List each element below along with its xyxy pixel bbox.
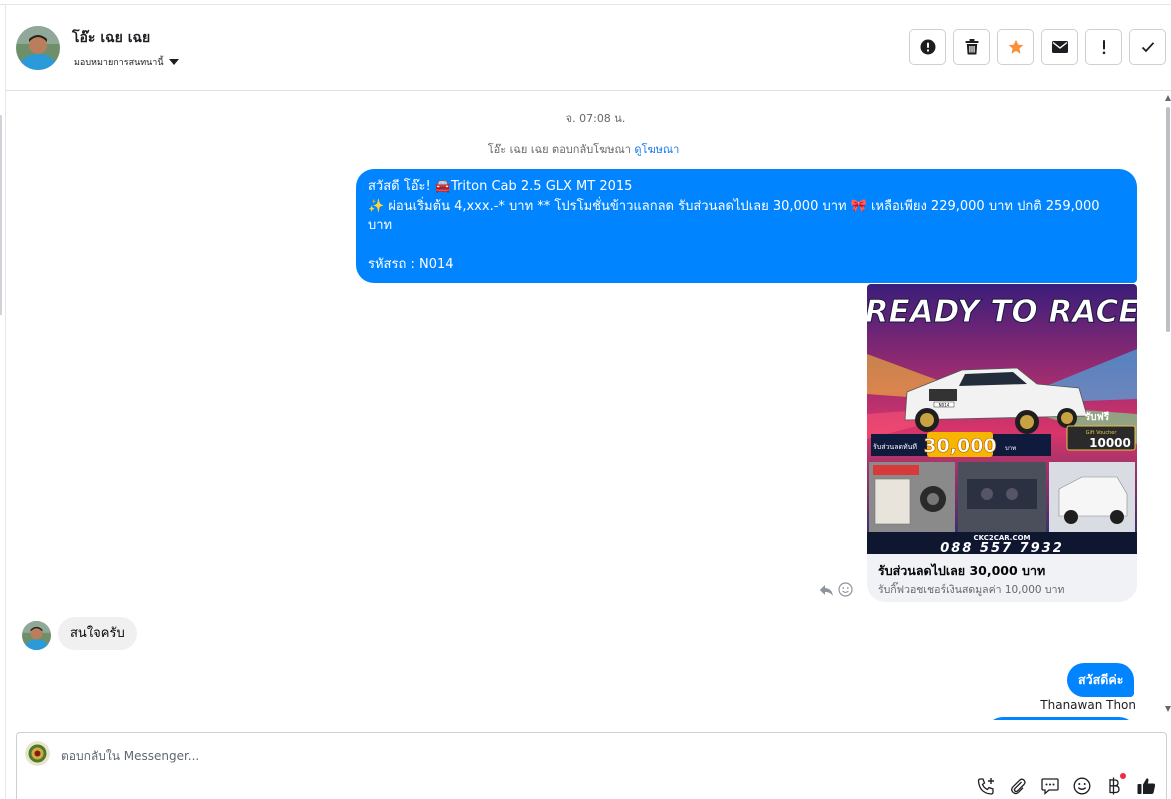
scroll-down-arrow-icon[interactable]: [1165, 706, 1171, 712]
star-button[interactable]: [997, 29, 1034, 65]
ad-card-image: READY TO RACE N014 รับส่วนลดทันที 30,000…: [867, 284, 1137, 554]
ad-card[interactable]: READY TO RACE N014 รับส่วนลดทันที 30,000…: [867, 284, 1137, 602]
composer-toolbar: [976, 773, 1156, 796]
saved-replies-icon[interactable]: [1040, 776, 1060, 796]
ad-gift-label: รับฟรี: [1085, 411, 1110, 423]
message-timestamp: จ. 07:08 น.: [565, 112, 626, 125]
contact-name[interactable]: โอ๊ะ เฉย เฉย: [72, 27, 150, 49]
message-thread[interactable]: จ. 07:08 น. โอ๊ะ เฉย เฉย ตอบกลับโฆษณา ดู…: [6, 91, 1165, 720]
message-actions: [819, 582, 853, 601]
ad-phone: 088 557 7932: [940, 541, 1064, 554]
ad-reply-note-text: โอ๊ะ เฉย เฉย ตอบกลับโฆษณา: [487, 143, 631, 156]
outgoing-reply-message[interactable]: สวัสดีค่ะ: [1067, 663, 1135, 697]
panel-resize-handle[interactable]: [0, 115, 2, 315]
react-emoji-icon[interactable]: [838, 582, 853, 601]
header-toolbar: [909, 29, 1166, 65]
spam-button[interactable]: [909, 29, 946, 65]
outgoing-ad-message[interactable]: สวัสดี โอ๊ะ! 🚘Triton Cab 2.5 GLX MT 2015…: [356, 169, 1137, 283]
mark-done-button[interactable]: [1129, 29, 1166, 65]
check-icon: [1141, 42, 1154, 53]
trash-icon: [965, 39, 978, 55]
scrollbar-thumb[interactable]: [1166, 107, 1170, 332]
notification-dot: [1120, 773, 1126, 779]
reply-icon[interactable]: [819, 582, 834, 601]
thread-scrollbar[interactable]: [1165, 95, 1171, 715]
ad-card-title: รับส่วนลดไปเลย 30,000 บาท: [878, 563, 1046, 578]
like-icon[interactable]: [1136, 776, 1156, 796]
scroll-up-arrow-icon[interactable]: [1165, 95, 1171, 101]
contact-avatar[interactable]: [16, 26, 60, 70]
mark-unread-button[interactable]: [1041, 29, 1078, 65]
ad-reply-note: โอ๊ะ เฉย เฉย ตอบกลับโฆษณา ดูโฆษณา: [6, 140, 1161, 158]
emoji-icon[interactable]: [1072, 776, 1092, 796]
caret-down-icon: [168, 59, 179, 65]
ad-plate: N014: [939, 403, 950, 408]
follow-up-button[interactable]: [1085, 29, 1122, 65]
ad-card-subtitle: รับกิ๊ฟวอชเชอร์เงินสดมูลค่า 10,000 บาท: [878, 584, 1065, 596]
view-ad-link[interactable]: ดูโฆษณา: [634, 143, 679, 156]
conversation-header: โอ๊ะ เฉย เฉย มอบหมายการสนทนานี้: [6, 5, 1171, 91]
attachment-icon[interactable]: [1008, 776, 1028, 796]
ad-discount-label: รับส่วนลดทันที: [873, 443, 917, 451]
reply-sender-name: Thanawan Thon: [1040, 698, 1136, 712]
star-icon: [1008, 39, 1023, 54]
payment-icon[interactable]: [1104, 773, 1126, 796]
ad-discount-unit: บาท: [1005, 445, 1016, 452]
message-composer: [16, 732, 1167, 799]
ad-discount-value: 30,000: [923, 435, 996, 457]
assign-conversation-dropdown[interactable]: มอบหมายการสนทนานี้: [74, 55, 179, 69]
envelope-icon: [1051, 41, 1068, 53]
outgoing-message-partial[interactable]: [985, 717, 1137, 720]
add-call-icon[interactable]: [976, 776, 996, 796]
alert-circle-icon: [920, 39, 935, 55]
assign-label: มอบหมายการสนทนานี้: [74, 58, 164, 68]
delete-button[interactable]: [953, 29, 990, 65]
exclamation-icon: [1102, 40, 1105, 55]
message-input[interactable]: [61, 745, 961, 767]
page-avatar: [25, 741, 50, 766]
incoming-message[interactable]: สนใจครับ: [58, 617, 137, 650]
ad-headline: READY TO RACE: [867, 294, 1137, 330]
ad-gift-value: 10000: [1089, 436, 1131, 450]
sender-avatar[interactable]: [22, 621, 51, 650]
